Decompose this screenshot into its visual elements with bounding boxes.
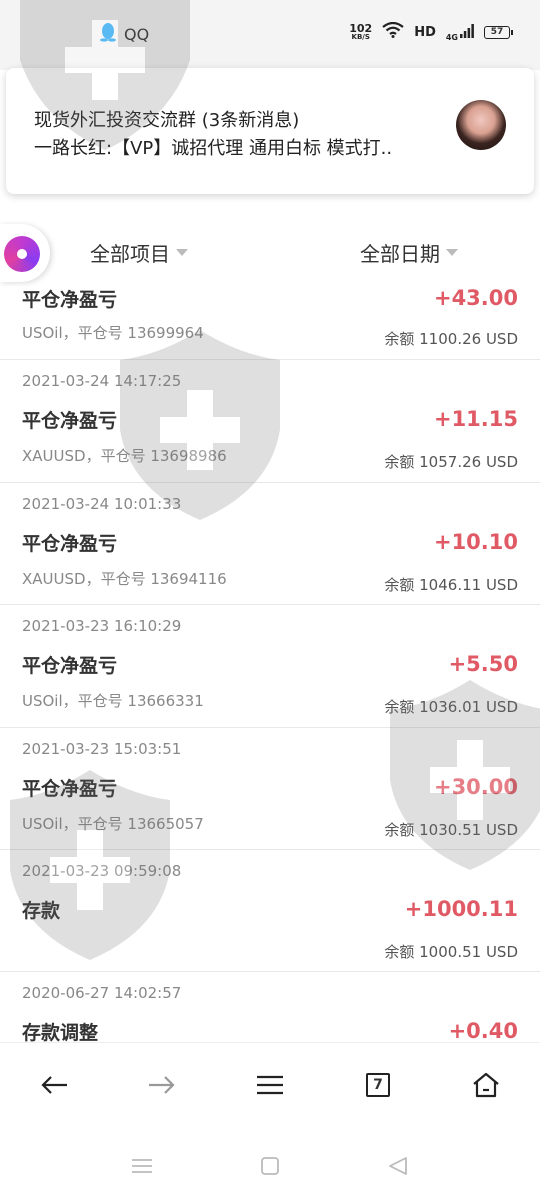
record-amount: +11.15 [433, 407, 518, 431]
tabs-button[interactable]: 7 [358, 1065, 398, 1105]
record-timestamp: 2021-03-23 09:59:08 [22, 862, 182, 880]
record-title: 平仓净盈亏 [22, 655, 118, 677]
system-nav-bar [0, 1126, 540, 1200]
avatar [456, 100, 506, 150]
list-item[interactable]: 2021-03-23 16:10:29 平仓净盈亏 USOil，平仓号 1366… [0, 605, 540, 728]
status-bar-left: QQ [100, 22, 149, 46]
record-title: 平仓净盈亏 [22, 778, 118, 800]
battery-level: 57 [490, 27, 504, 37]
recents-menu-icon [132, 1159, 152, 1173]
record-detail: USOil，平仓号 13699964 [22, 324, 204, 342]
home-icon [473, 1072, 499, 1098]
recents-button[interactable] [130, 1154, 154, 1178]
record-title: 存款调整 [22, 1022, 99, 1042]
record-amount: +0.40 [448, 1019, 518, 1042]
network-speed: 102 KB/S [349, 23, 372, 41]
record-balance: 余额 1100.26 USD [384, 330, 518, 348]
list-item[interactable]: 2021-03-24 14:17:25 平仓净盈亏 XAUUSD，平仓号 136… [0, 360, 540, 483]
project-filter-label: 全部项目 [90, 242, 170, 266]
record-title: 存款 [22, 900, 61, 922]
hd-indicator: HD [414, 24, 436, 40]
record-title: 平仓净盈亏 [22, 533, 118, 555]
tabs-icon: 7 [366, 1073, 390, 1097]
menu-button[interactable] [250, 1065, 290, 1105]
project-filter-dropdown[interactable]: 全部项目 [90, 238, 188, 267]
qq-penguin-icon [100, 22, 116, 46]
record-detail: USOil，平仓号 13666331 [22, 692, 204, 710]
list-item[interactable]: 2021-03-23 15:03:51 平仓净盈亏 USOil，平仓号 1366… [0, 728, 540, 850]
record-amount: +30.00 [433, 775, 518, 799]
record-timestamp: 2020-06-27 14:02:57 [22, 984, 182, 1002]
record-amount: +5.50 [448, 652, 518, 676]
tab-count: 7 [373, 1077, 383, 1093]
network-speed-unit: KB/S [351, 33, 370, 41]
network-type: 4G [445, 32, 458, 42]
record-detail: XAUUSD，平仓号 13694116 [22, 570, 227, 588]
date-filter-dropdown[interactable]: 全部日期 [360, 238, 458, 267]
back-button[interactable] [34, 1065, 74, 1105]
date-filter-label: 全部日期 [360, 242, 440, 266]
record-balance: 余额 1057.26 USD [384, 453, 518, 471]
record-title: 平仓净盈亏 [22, 289, 118, 311]
assistant-orb-icon [4, 236, 40, 272]
list-item[interactable]: 平仓净盈亏 USOil，平仓号 13699964 +43.00 余额 1100.… [0, 280, 540, 360]
forward-button[interactable] [142, 1065, 182, 1105]
square-home-icon [261, 1157, 279, 1175]
record-detail: XAUUSD，平仓号 13698986 [22, 447, 227, 465]
record-timestamp: 2021-03-24 14:17:25 [22, 372, 182, 390]
record-balance: 余额 1000.51 USD [384, 943, 518, 961]
battery-icon: 57 [484, 25, 513, 39]
transaction-list[interactable]: 平仓净盈亏 USOil，平仓号 13699964 +43.00 余额 1100.… [0, 280, 540, 1042]
signal-icon [460, 23, 474, 42]
record-title: 平仓净盈亏 [22, 410, 118, 432]
record-amount: +43.00 [433, 286, 518, 310]
record-timestamp: 2021-03-23 15:03:51 [22, 740, 182, 758]
chevron-down-icon [446, 249, 458, 256]
record-amount: +10.10 [433, 530, 518, 554]
system-back-button[interactable] [386, 1154, 410, 1178]
list-item[interactable]: 2021-03-24 10:01:33 平仓净盈亏 XAUUSD，平仓号 136… [0, 483, 540, 605]
forward-arrow-icon [149, 1076, 175, 1094]
record-balance: 余额 1030.51 USD [384, 821, 518, 839]
triangle-back-icon [389, 1157, 407, 1175]
browser-toolbar: 7 [0, 1042, 540, 1126]
status-bar: QQ 102 KB/S HD 4G 57 [0, 0, 540, 70]
record-timestamp: 2021-03-23 16:10:29 [22, 617, 182, 635]
system-home-button[interactable] [258, 1154, 282, 1178]
notification-body: 一路长红:【VP】诚招代理 通用白标 模式打.. [34, 138, 393, 159]
chevron-down-icon [176, 249, 188, 256]
back-arrow-icon [41, 1076, 67, 1094]
list-item[interactable]: 2020-06-27 14:02:57 存款调整 +0.40 [0, 972, 540, 1042]
signal-group: 4G [446, 23, 474, 42]
menu-icon [257, 1075, 283, 1095]
notification-title: 现货外汇投资交流群 (3条新消息) [34, 110, 300, 131]
home-button[interactable] [466, 1065, 506, 1105]
filter-bar: 全部项目 全部日期 [0, 218, 540, 286]
notification-banner[interactable]: 现货外汇投资交流群 (3条新消息) 一路长红:【VP】诚招代理 通用白标 模式打… [6, 68, 534, 194]
record-amount: +1000.11 [404, 897, 518, 921]
notification-app-name: QQ [124, 24, 150, 44]
record-detail: USOil，平仓号 13665057 [22, 815, 204, 833]
record-timestamp: 2021-03-24 10:01:33 [22, 495, 182, 513]
status-bar-right: 102 KB/S HD 4G 57 [349, 21, 513, 42]
record-balance: 余额 1046.11 USD [384, 576, 518, 594]
floating-assistant-button[interactable] [0, 224, 50, 282]
list-item[interactable]: 2021-03-23 09:59:08 存款 +1000.11 余额 1000.… [0, 850, 540, 972]
wifi-icon [382, 21, 404, 42]
record-balance: 余额 1036.01 USD [384, 698, 518, 716]
